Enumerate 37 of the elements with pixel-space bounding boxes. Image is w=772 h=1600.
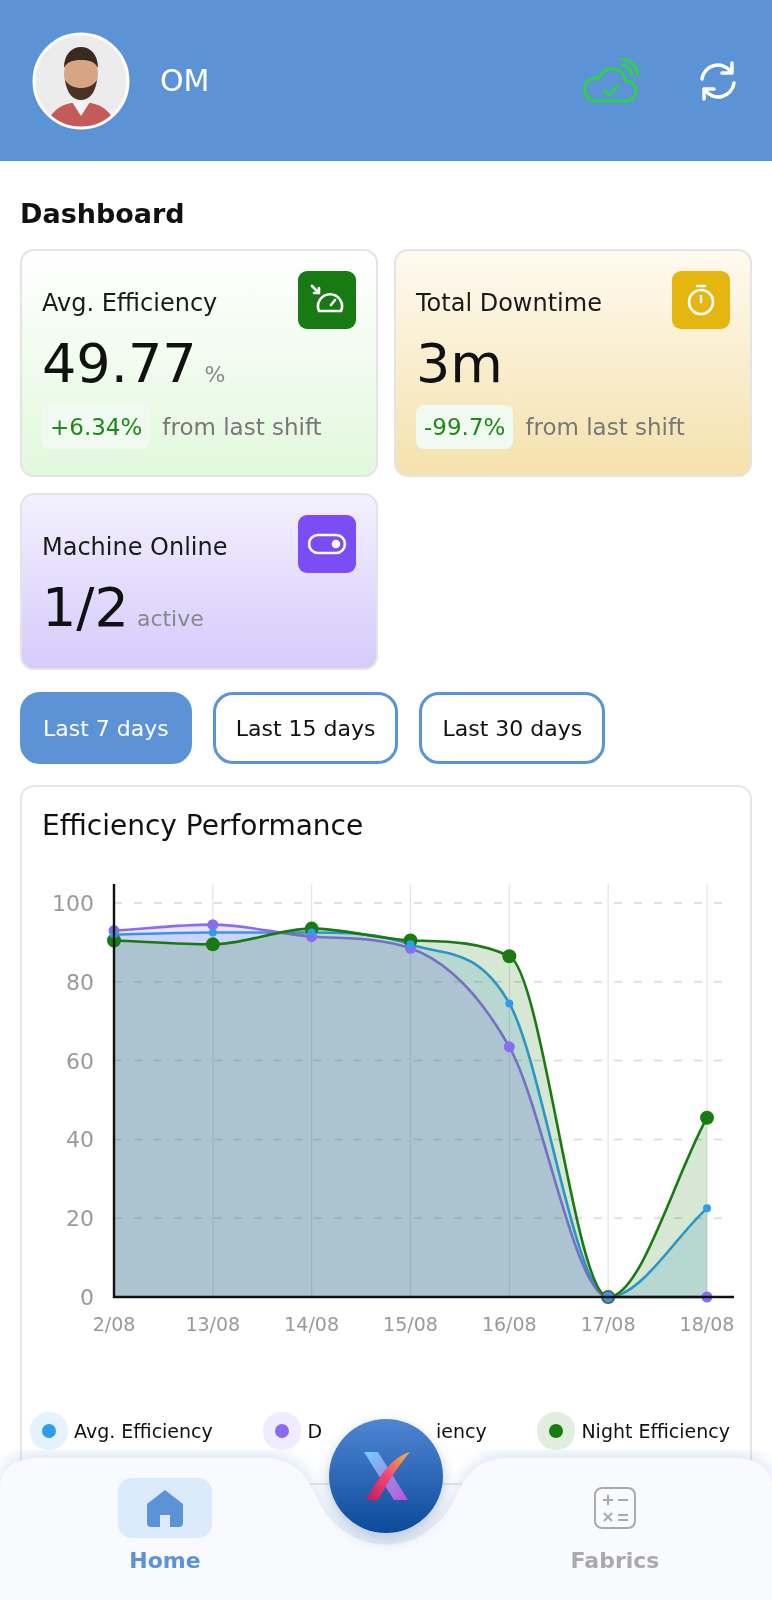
user-name: OM	[160, 63, 211, 98]
chart-title: Efficiency Performance	[42, 809, 365, 843]
legend-label: D	[307, 1420, 323, 1442]
axis-tick-label: 40	[66, 1127, 94, 1153]
legend-label: Night Efficiency	[581, 1420, 730, 1442]
axis-tick-label: 17/08	[580, 1313, 636, 1335]
stat-value: 1/2	[42, 577, 129, 639]
axis-tick-label: 2/08	[92, 1313, 136, 1335]
stat-label: Machine Online	[42, 533, 228, 561]
change-badge: -99.7%	[416, 405, 514, 449]
stat-value: 3m	[416, 333, 503, 395]
change-badge: +6.34%	[42, 405, 151, 449]
range-button[interactable]: Last 15 days	[212, 692, 399, 764]
axis-tick-label: 20	[66, 1206, 94, 1232]
range-button[interactable]: Last 30 days	[419, 692, 606, 764]
axis-tick-label: 16/08	[481, 1313, 537, 1335]
stat-unit: %	[204, 362, 226, 387]
axis-tick-label: 15/08	[383, 1313, 438, 1335]
axis-tick-label: 100	[52, 891, 94, 916]
nav-tab[interactable]: Fabrics	[568, 1478, 662, 1600]
change-note: from last shift	[525, 414, 685, 440]
stat-value: 49.77	[42, 333, 197, 395]
axis-tick-label: 13/08	[185, 1313, 241, 1335]
range-button[interactable]: Last 7 days	[20, 692, 192, 764]
legend-label: iency	[436, 1420, 487, 1442]
page-title: Dashboard	[20, 197, 186, 231]
legend-label: Avg. Efficiency	[74, 1420, 213, 1442]
stat-label: Avg. Efficiency	[42, 289, 218, 317]
axis-tick-label: 14/08	[284, 1313, 340, 1335]
stat-label: Total Downtime	[416, 289, 602, 317]
axis-tick-label: 18/08	[679, 1313, 735, 1335]
axis-tick-label: 80	[66, 969, 94, 995]
nav-tab[interactable]: Home	[118, 1478, 212, 1600]
axis-tick-label: 60	[66, 1048, 94, 1074]
stat-unit: active	[136, 606, 204, 631]
change-note: from last shift	[162, 414, 322, 440]
axis-tick-label: 0	[80, 1285, 94, 1310]
